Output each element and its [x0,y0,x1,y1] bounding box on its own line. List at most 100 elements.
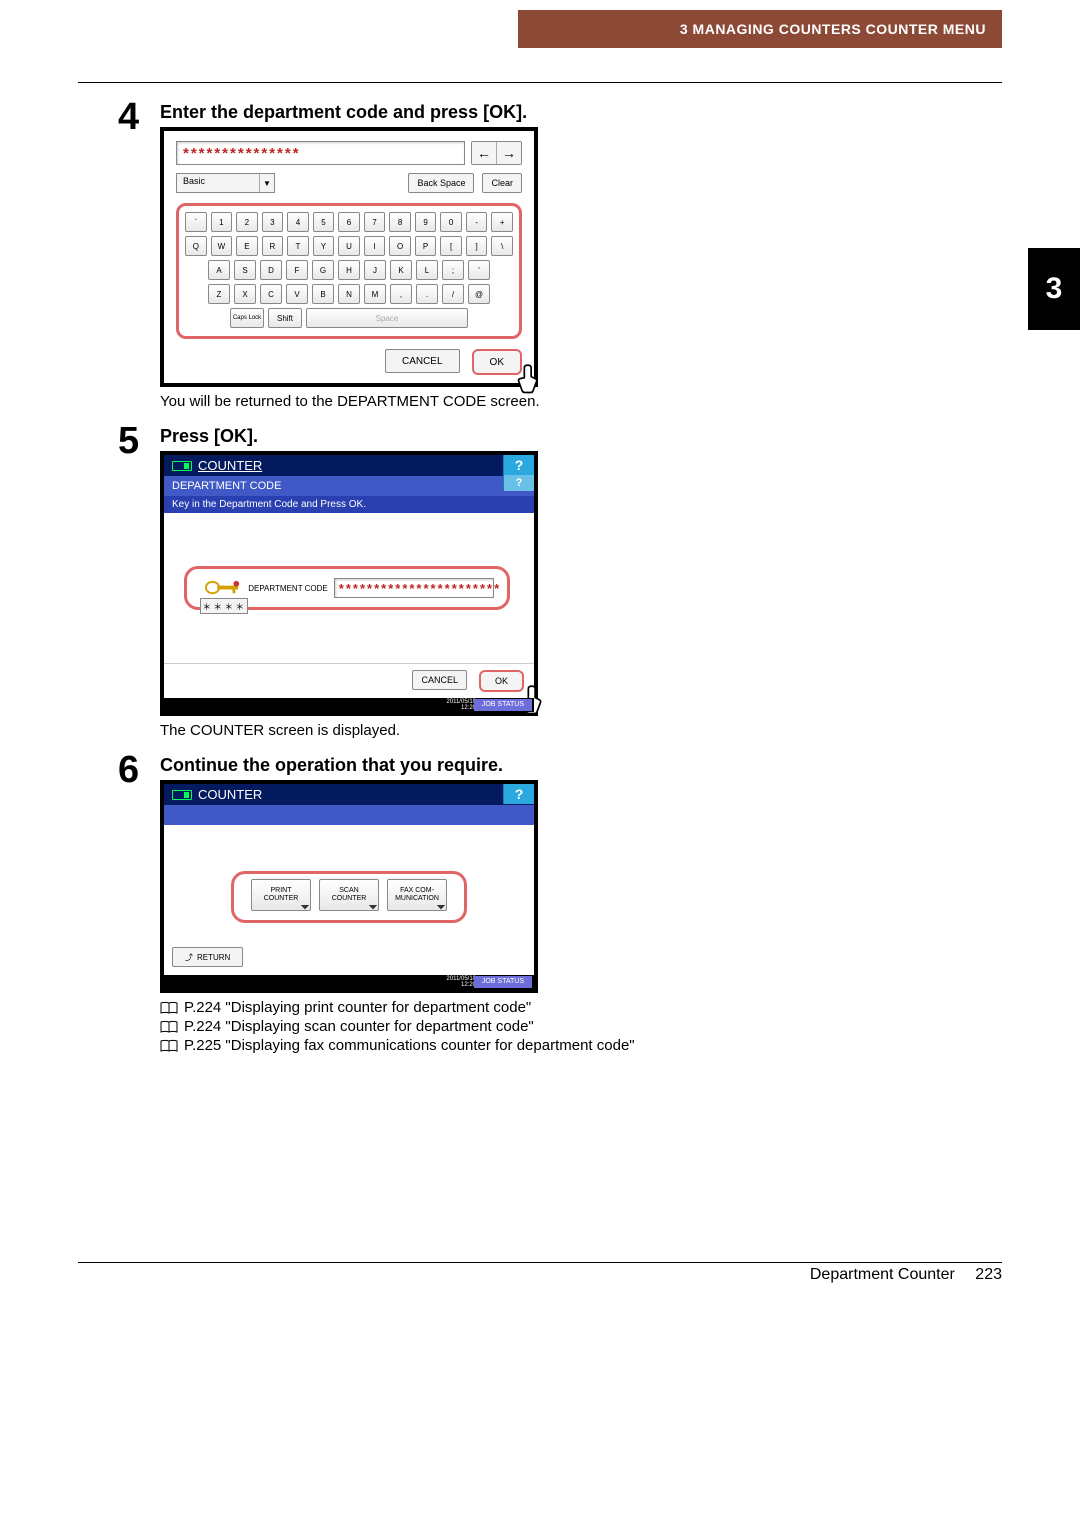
reference-link[interactable]: P.224 "Displaying scan counter for depar… [160,1018,1002,1035]
scan-counter-button[interactable]: SCAN COUNTER [319,879,379,911]
battery-icon [172,790,192,800]
help-button[interactable]: ? [503,455,534,475]
capslock-key[interactable]: Caps Lock [230,308,264,328]
dropdown-arrow-icon: ▼ [259,174,274,192]
cancel-button[interactable]: CANCEL [385,349,460,373]
key-r[interactable]: R [262,236,284,256]
key-][interactable]: ] [466,236,488,256]
fax-communication-button[interactable]: FAX COM- MUNICATION [387,879,447,911]
keyboard-row-5: Caps Lock Shift Space [185,308,513,328]
key-q[interactable]: Q [185,236,207,256]
key-@[interactable]: @ [468,284,490,304]
key--[interactable]: - [466,212,488,232]
key-u[interactable]: U [338,236,360,256]
screen-instruction: Key in the Department Code and Press OK. [172,499,366,510]
key-n[interactable]: N [338,284,360,304]
dept-code-label: DEPARTMENT CODE [248,584,328,593]
status-timestamp: 2011/05/1012:20 [446,976,476,988]
chapter-side-tab: 3 [1028,248,1080,330]
key-\[interactable]: \ [491,236,513,256]
job-status-button[interactable]: JOB STATUS [474,976,532,988]
step-number: 5 [118,422,160,460]
job-status-button[interactable]: JOB STATUS [474,699,532,711]
page-footer: Department Counter 223 [810,1266,1002,1284]
return-button[interactable]: ⤴ RETURN [172,947,243,967]
cursor-right-button[interactable]: → [496,142,521,164]
key-h[interactable]: H [338,260,360,280]
book-icon [160,1020,178,1034]
key-/[interactable]: / [442,284,464,304]
key-+[interactable]: + [491,212,513,232]
key-3[interactable]: 3 [262,212,284,232]
keyboard-highlight-ring: `1234567890-+ QWERTYUIOP[]\ ASDFGHJKL;' … [176,203,522,339]
cancel-button[interactable]: CANCEL [412,670,467,690]
bottom-rule [78,1262,1002,1263]
key-j[interactable]: J [364,260,386,280]
key-l[interactable]: L [416,260,438,280]
step-note: The COUNTER screen is displayed. [160,722,1002,739]
key-s[interactable]: S [234,260,256,280]
key-g[interactable]: G [312,260,334,280]
key-`[interactable]: ` [185,212,207,232]
backspace-button[interactable]: Back Space [408,173,474,193]
key-,[interactable]: , [390,284,412,304]
dept-code-input[interactable]: *************** [176,141,465,165]
key-1[interactable]: 1 [211,212,233,232]
key-v[interactable]: V [286,284,308,304]
ok-button[interactable]: OK [479,670,524,692]
key-y[interactable]: Y [313,236,335,256]
key-o[interactable]: O [389,236,411,256]
print-counter-button[interactable]: PRINT COUNTER [251,879,311,911]
key-e[interactable]: E [236,236,258,256]
key-6[interactable]: 6 [338,212,360,232]
key-9[interactable]: 9 [415,212,437,232]
dept-code-field[interactable]: *********************** [334,578,494,598]
step-title: Continue the operation that you require. [160,755,1002,776]
dept-code-input-value: *************** [183,145,301,162]
key-2[interactable]: 2 [236,212,258,232]
key-x[interactable]: X [234,284,256,304]
reference-list: P.224 "Displaying print counter for depa… [160,999,1002,1054]
key-[[interactable]: [ [440,236,462,256]
key-d[interactable]: D [260,260,282,280]
key-i[interactable]: I [364,236,386,256]
ok-button[interactable]: OK [472,349,522,375]
key-m[interactable]: M [364,284,386,304]
shift-key[interactable]: Shift [268,308,302,328]
key-5[interactable]: 5 [313,212,335,232]
screen-instruction-bar: Key in the Department Code and Press OK. [164,496,534,513]
help-button[interactable]: ? [503,784,534,804]
department-code-screenshot: COUNTER ? ? DEPARTMENT CODE Key in the D… [160,451,538,716]
key-.[interactable]: . [416,284,438,304]
step-title: Enter the department code and press [OK]… [160,102,1002,123]
key-0[interactable]: 0 [440,212,462,232]
chapter-header-text: 3 MANAGING COUNTERS COUNTER MENU [680,21,986,37]
key-a[interactable]: A [208,260,230,280]
reference-link[interactable]: P.225 "Displaying fax communications cou… [160,1037,1002,1054]
reference-text: P.224 "Displaying scan counter for depar… [184,1018,534,1035]
key-w[interactable]: W [211,236,233,256]
clear-button[interactable]: Clear [482,173,522,193]
key-p[interactable]: P [415,236,437,256]
key-t[interactable]: T [287,236,309,256]
step-number: 4 [118,98,160,136]
key-'[interactable]: ' [468,260,490,280]
keyboard-mode-dropdown[interactable]: Basic ▼ [176,173,275,193]
key-f[interactable]: F [286,260,308,280]
reference-link[interactable]: P.224 "Displaying print counter for depa… [160,999,1002,1016]
space-key[interactable]: Space [306,308,468,328]
key-z[interactable]: Z [208,284,230,304]
cursor-left-button[interactable]: ← [472,142,496,164]
key-k[interactable]: K [390,260,412,280]
help-sub-button[interactable]: ? [503,475,534,491]
key-4[interactable]: 4 [287,212,309,232]
screen-subtitle-bar: DEPARTMENT CODE [164,476,534,496]
key-8[interactable]: 8 [389,212,411,232]
key-;[interactable]: ; [442,260,464,280]
step-5: 5 Press [OK]. COUNTER ? ? DEPARTMENT COD… [118,426,1002,749]
keyboard-mode-label: Basic [177,174,259,192]
key-c[interactable]: C [260,284,282,304]
footer-page-number: 223 [975,1266,1002,1283]
key-7[interactable]: 7 [364,212,386,232]
key-b[interactable]: B [312,284,334,304]
